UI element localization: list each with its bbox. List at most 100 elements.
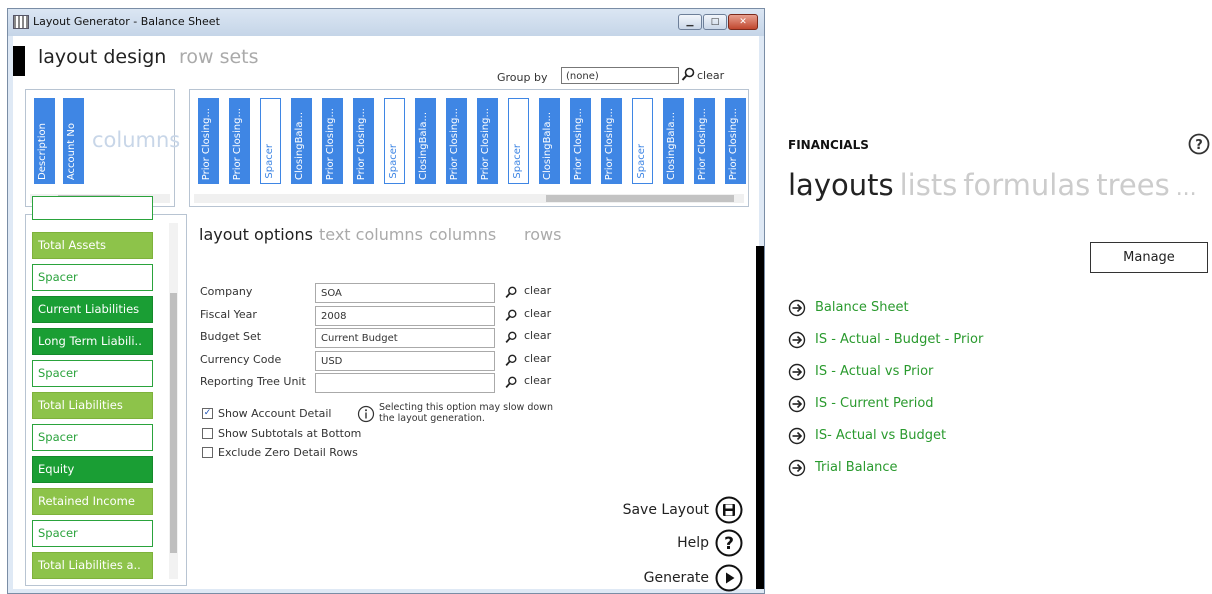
horizontal-scrollbar[interactable] xyxy=(194,194,744,203)
checkbox[interactable]: ✓ xyxy=(202,408,213,419)
clear-link[interactable]: clear xyxy=(524,374,551,387)
play-icon[interactable] xyxy=(715,564,743,592)
column-card[interactable]: Description xyxy=(34,98,55,184)
column-card-label: Prior Closing... xyxy=(697,107,708,180)
column-card[interactable]: ClosingBala... xyxy=(291,98,312,184)
search-icon[interactable] xyxy=(504,286,518,300)
column-card[interactable]: Prior Closing... xyxy=(570,98,591,184)
search-icon[interactable] xyxy=(504,376,518,390)
save-layout-label[interactable]: Save Layout xyxy=(605,502,709,518)
help-icon[interactable]: ? xyxy=(1188,133,1210,155)
column-card[interactable]: Prior Closing... xyxy=(322,98,343,184)
column-card-label: Spacer xyxy=(388,144,399,179)
column-card[interactable]: Prior Closing... xyxy=(198,98,219,184)
save-icon[interactable] xyxy=(715,496,743,524)
arrow-right-circle-icon xyxy=(788,331,806,349)
tab-formulas[interactable]: formulas xyxy=(963,168,1090,202)
checkbox-label[interactable]: Show Subtotals at Bottom xyxy=(218,427,361,440)
help-label[interactable]: Help xyxy=(605,535,709,551)
clear-link[interactable]: clear xyxy=(524,284,551,297)
row-card[interactable]: Equity xyxy=(32,456,153,483)
minimize-button[interactable]: ▁ xyxy=(678,14,702,30)
row-card[interactable]: Total Liabilities xyxy=(32,392,153,419)
layout-list-item-label: IS - Current Period xyxy=(815,396,934,411)
fixed-columns-panel: columns Description Account No xyxy=(25,89,180,207)
column-card[interactable]: Spacer xyxy=(260,98,281,184)
field-input[interactable]: SOA xyxy=(315,283,495,303)
checkbox[interactable] xyxy=(202,427,213,439)
column-card[interactable]: Prior Closing... xyxy=(477,98,498,184)
column-card[interactable]: Account No xyxy=(63,98,84,184)
row-card[interactable]: Spacer xyxy=(32,360,153,387)
search-icon[interactable] xyxy=(504,309,518,323)
row-card[interactable]: Long Term Liabili.. xyxy=(32,328,153,355)
tab-layout-options[interactable]: layout options xyxy=(199,225,313,244)
row-card[interactable]: Spacer xyxy=(32,264,153,291)
tab-columns[interactable]: columns xyxy=(429,225,496,244)
clear-link[interactable]: clear xyxy=(524,352,551,365)
tab-row-sets[interactable]: row sets xyxy=(179,46,259,68)
column-card[interactable]: Prior Closing... xyxy=(694,98,715,184)
tab-more[interactable]: ... xyxy=(1176,176,1197,201)
manage-button[interactable]: Manage xyxy=(1090,242,1208,273)
help-icon[interactable]: ? xyxy=(715,529,743,557)
column-card[interactable]: Spacer xyxy=(384,98,405,184)
column-card[interactable]: Prior Closing... xyxy=(229,98,250,184)
row-card-partial[interactable] xyxy=(32,196,153,220)
checkbox-label[interactable]: Exclude Zero Detail Rows xyxy=(218,446,358,459)
vertical-scrollbar[interactable] xyxy=(169,223,178,579)
row-card[interactable]: Spacer xyxy=(32,520,153,547)
financials-tabs: layouts lists formulas trees... xyxy=(788,168,1203,202)
row-card[interactable]: Current Liabilities xyxy=(32,296,153,323)
column-card[interactable]: Spacer xyxy=(632,98,653,184)
field-input[interactable]: 2008 xyxy=(315,305,495,326)
group-by-clear-link[interactable]: clear xyxy=(697,69,724,82)
generate-label[interactable]: Generate xyxy=(605,570,709,586)
column-card-label: Prior Closing... xyxy=(604,107,615,180)
column-card[interactable]: Prior Closing... xyxy=(446,98,467,184)
layout-list-item-label: IS- Actual vs Budget xyxy=(815,428,947,443)
column-card[interactable]: Prior Closing... xyxy=(353,98,374,184)
side-accent-bar xyxy=(756,246,764,589)
tab-rows[interactable]: rows xyxy=(524,225,561,244)
row-card[interactable]: Retained Income xyxy=(32,488,153,515)
clear-link[interactable]: clear xyxy=(524,307,551,320)
scrollbar-thumb[interactable] xyxy=(546,195,734,202)
field-input[interactable]: USD xyxy=(315,350,495,371)
tab-layouts[interactable]: layouts xyxy=(788,168,894,202)
field-input[interactable] xyxy=(315,373,495,393)
tab-trees[interactable]: trees xyxy=(1096,168,1169,202)
column-card[interactable]: Prior Closing... xyxy=(725,98,746,184)
search-icon[interactable] xyxy=(681,67,695,83)
svg-text:?: ? xyxy=(1195,138,1203,153)
group-by-input[interactable]: (none) xyxy=(561,67,679,84)
checkbox[interactable] xyxy=(202,447,213,458)
search-icon[interactable] xyxy=(504,331,518,345)
row-card[interactable]: Total Assets xyxy=(32,232,153,259)
tab-lists[interactable]: lists xyxy=(900,168,958,202)
scrollbar-thumb[interactable] xyxy=(170,293,177,553)
column-card-label: Prior Closing... xyxy=(356,107,367,180)
row-card[interactable]: Spacer xyxy=(32,424,153,451)
window-title: Layout Generator - Balance Sheet xyxy=(33,15,220,28)
title-bar[interactable]: Layout Generator - Balance Sheet ▁ □ ✕ xyxy=(8,9,764,36)
column-card[interactable]: ClosingBala... xyxy=(663,98,684,184)
search-icon[interactable] xyxy=(504,354,518,368)
arrow-right-circle-icon xyxy=(788,395,806,413)
column-card-label: Prior Closing... xyxy=(480,107,491,180)
checkbox-label[interactable]: Show Account Detail xyxy=(218,407,332,420)
column-card[interactable]: ClosingBala... xyxy=(539,98,560,184)
header-accent-bar xyxy=(13,46,25,76)
clear-link[interactable]: clear xyxy=(524,329,551,342)
tab-layout-design[interactable]: layout design xyxy=(38,46,166,68)
tab-text-columns[interactable]: text columns xyxy=(319,225,423,244)
close-button[interactable]: ✕ xyxy=(728,14,758,30)
column-card-label: Prior Closing... xyxy=(201,107,212,180)
column-card-label: Spacer xyxy=(512,144,523,179)
maximize-button[interactable]: □ xyxy=(703,14,727,30)
column-card[interactable]: Spacer xyxy=(508,98,529,184)
column-card[interactable]: ClosingBala... xyxy=(415,98,436,184)
row-card[interactable]: Total Liabilities a.. xyxy=(32,552,153,579)
column-card[interactable]: Prior Closing... xyxy=(601,98,622,184)
field-input[interactable]: Current Budget xyxy=(315,328,495,348)
